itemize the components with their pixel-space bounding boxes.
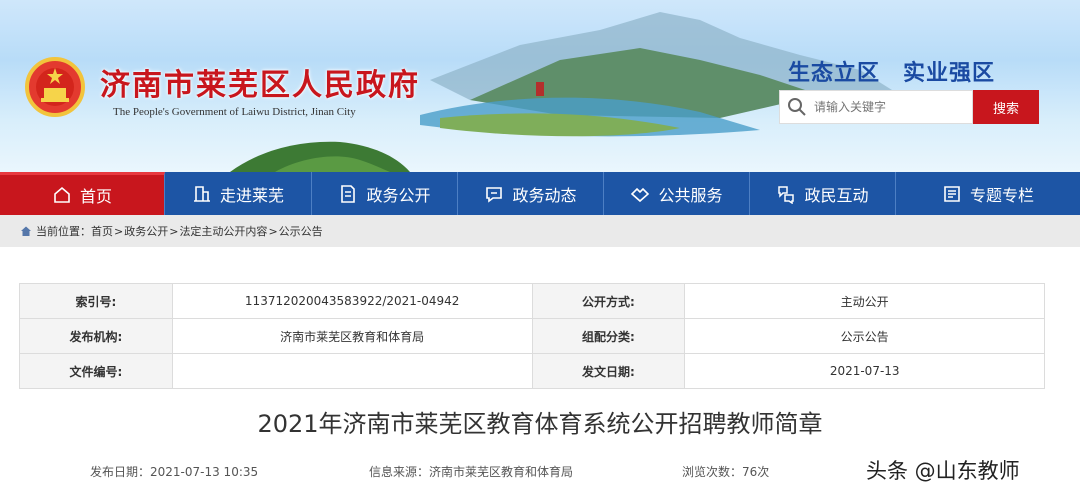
document-icon	[341, 184, 356, 203]
nav-item-interaction[interactable]: 政民互动	[750, 172, 896, 215]
breadcrumb-link-announcements[interactable]: 公示公告	[279, 223, 323, 239]
main-nav: 首页 走进莱芜 政务公开 政务动态 公共服务 政民互动 专题专栏	[0, 172, 1080, 215]
info-value: 主动公开	[684, 283, 1045, 319]
info-label: 索引号:	[19, 283, 173, 319]
search-box[interactable]	[779, 90, 973, 124]
nav-item-label: 政务动态	[512, 185, 577, 205]
nav-item-label: 政务公开	[366, 185, 431, 205]
list-icon	[944, 185, 960, 202]
interaction-icon	[778, 185, 795, 204]
info-value: 11371202004358392​2/2021-04942	[171, 283, 533, 319]
breadcrumb-separator: >	[114, 224, 124, 238]
breadcrumb-link-legal-content[interactable]: 法定主动公开内容	[179, 223, 267, 239]
article-title: 2021年济南市莱芜区教育体育系统公开招聘教师简章	[257, 410, 823, 438]
nav-item-label: 公共服务	[658, 185, 723, 205]
info-value: 2021-07-13	[684, 353, 1045, 389]
view-count: 浏览次数：76次	[682, 465, 770, 479]
home-icon	[54, 186, 70, 203]
breadcrumb-link-home[interactable]: 首页	[91, 223, 113, 239]
table-row: 索引号: 11371202004358392​2/2021-04942 公开方式…	[19, 283, 1045, 319]
breadcrumb-separator: >	[268, 224, 278, 238]
nav-item-label: 走进莱芜	[219, 185, 284, 205]
info-label: 发文日期:	[531, 353, 686, 389]
info-source: 信息来源：济南市莱芜区教育和体育局	[369, 465, 574, 479]
breadcrumb-separator: >	[169, 224, 179, 238]
nav-item-gov-news[interactable]: 政务动态	[458, 172, 604, 215]
watermark: 头条 @山东教师	[866, 459, 1020, 483]
national-emblem-icon	[25, 57, 85, 117]
nav-item-label: 专题专栏	[969, 185, 1034, 205]
info-value	[171, 353, 533, 389]
search-input[interactable]	[814, 100, 964, 114]
table-row: 发布机构: 济南市莱芜区教育和体育局 组配分类: 公示公告	[19, 318, 1045, 354]
info-label: 公开方式:	[531, 283, 686, 319]
breadcrumb: 当前位置： 首页 > 政务公开 > 法定主动公开内容 > 公示公告	[0, 215, 1080, 247]
table-row: 文件编号: 发文日期: 2021-07-13	[19, 353, 1045, 389]
nav-item-special[interactable]: 专题专栏	[896, 172, 1080, 215]
info-label: 组配分类:	[531, 318, 686, 354]
header-banner: 济南市莱芜区人民政府 The People's Government of La…	[0, 0, 1080, 172]
breadcrumb-prefix: 当前位置：	[36, 225, 91, 238]
breadcrumb-link-gov-open[interactable]: 政务公开	[124, 223, 168, 239]
nav-item-gov-open[interactable]: 政务公开	[312, 172, 458, 215]
chat-icon	[486, 186, 503, 203]
building-icon	[193, 185, 210, 202]
document-info-table: 索引号: 11371202004358392​2/2021-04942 公开方式…	[19, 283, 1045, 389]
nav-item-label: 政民互动	[804, 185, 869, 205]
nav-item-public-service[interactable]: 公共服务	[604, 172, 750, 215]
info-value: 济南市莱芜区教育和体育局	[171, 318, 533, 354]
home-small-icon	[21, 226, 31, 236]
nav-item-home[interactable]: 首页	[0, 172, 165, 215]
info-value: 公示公告	[684, 318, 1045, 354]
slogan: 生态立区 实业强区	[788, 61, 996, 86]
publish-date: 发布日期：2021-07-13 10:35	[90, 465, 259, 479]
site-subtitle: The People's Government of Laiwu Distric…	[113, 106, 356, 118]
nav-item-label: 首页	[79, 187, 112, 206]
search-button[interactable]: 搜索	[973, 90, 1039, 124]
site-title: 济南市莱芜区人民政府	[100, 68, 420, 103]
search-icon	[788, 98, 806, 116]
nav-item-about[interactable]: 走进莱芜	[165, 172, 312, 215]
info-label: 发布机构:	[19, 318, 173, 354]
handshake-icon	[631, 187, 650, 202]
info-label: 文件编号:	[19, 353, 173, 389]
